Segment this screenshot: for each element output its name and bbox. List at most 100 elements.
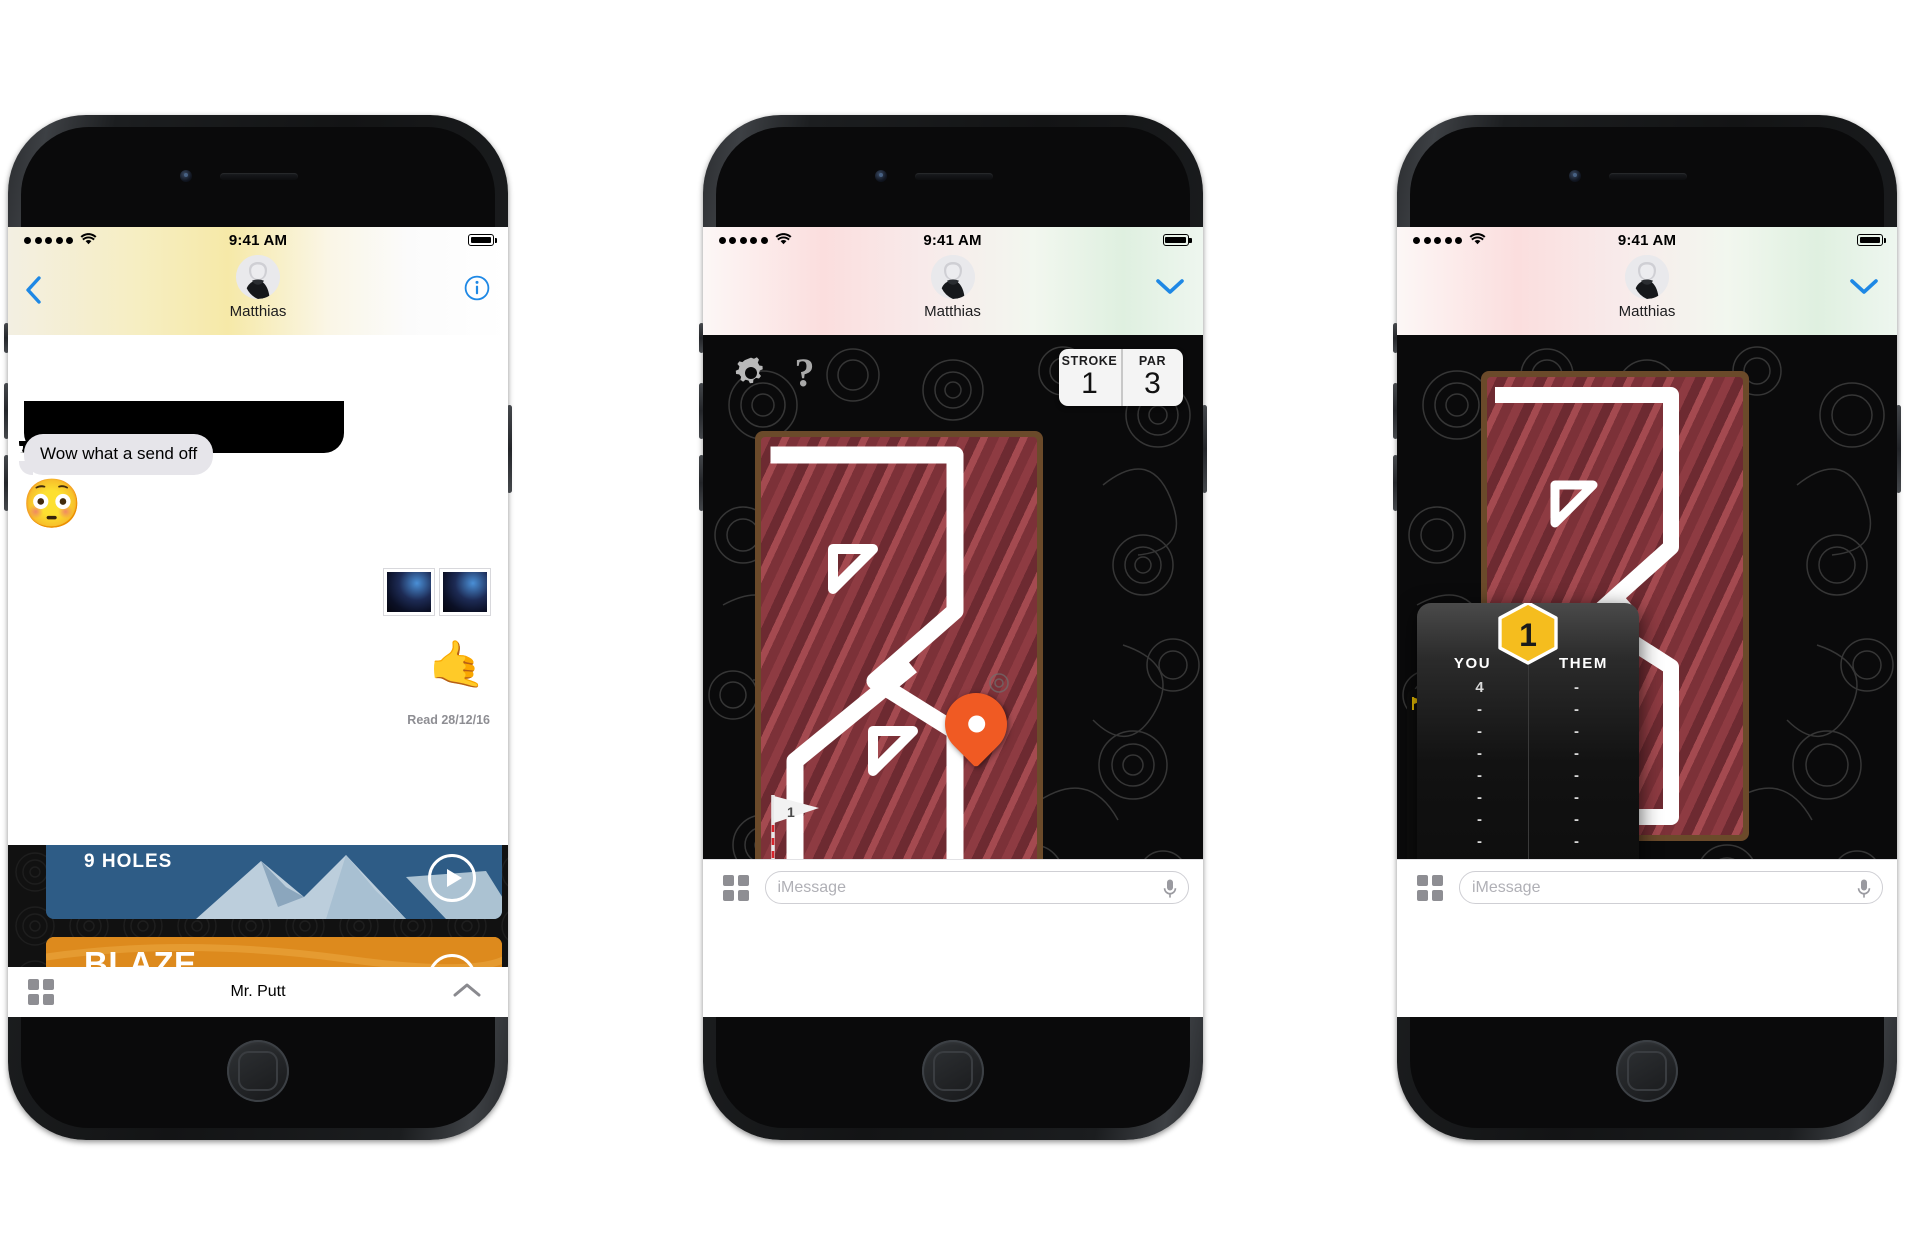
- app-title: Mr. Putt: [230, 983, 286, 1000]
- status-bar: 9:41 AM: [703, 227, 1203, 253]
- front-camera-icon: [874, 170, 887, 182]
- app-grid-icon[interactable]: [1417, 874, 1443, 901]
- avatar[interactable]: [930, 255, 975, 299]
- score-row: --: [1431, 808, 1625, 830]
- app-drawer[interactable]: 9 HOLES BLAZE 9 HOLES: [8, 845, 508, 1017]
- front-camera-icon: [180, 170, 192, 182]
- svg-text:1: 1: [1519, 617, 1537, 653]
- message-input-bar: iMessage: [1397, 859, 1897, 915]
- score-them: -: [1574, 788, 1579, 806]
- score-you: -: [1477, 810, 1482, 828]
- battery-full-icon: [1857, 234, 1887, 246]
- golf-course[interactable]: 1: [754, 431, 1043, 901]
- earpiece-speaker: [914, 173, 993, 180]
- stroke-par-hud: STROKE 1 PAR 3: [1058, 349, 1183, 406]
- front-camera-icon: [1569, 170, 1581, 182]
- hexagon-badge-icon: 1: [1494, 603, 1562, 675]
- score-row: --: [1431, 786, 1625, 808]
- incoming-message-bubble: Wow what a send off: [18, 434, 214, 475]
- score-them: -: [1574, 810, 1579, 828]
- score-row: --: [1431, 764, 1625, 786]
- score-you: -: [1477, 766, 1482, 784]
- home-button[interactable]: [921, 1040, 984, 1102]
- navigation-bar: Matthias: [8, 253, 508, 335]
- phone-2-screen: 9:41 AM Matthias ? STROKE 1 PAR 3 1 iMes…: [702, 227, 1203, 1017]
- score-them: -: [1574, 832, 1579, 850]
- par-label: PAR: [1138, 354, 1167, 368]
- contact-name: Matthias: [924, 303, 981, 320]
- phone-1-messages: 9:41 AM Matthias Wow what a send off 😳 🤙…: [4, 115, 512, 1140]
- read-receipt: Read 28/12/16: [407, 713, 490, 727]
- photo-attachments[interactable]: [384, 569, 490, 615]
- score-you: -: [1477, 722, 1482, 740]
- imessage-input[interactable]: iMessage: [764, 871, 1189, 905]
- score-you: -: [1477, 700, 1482, 718]
- question-mark-icon[interactable]: ?: [795, 349, 815, 396]
- game-canvas[interactable]: ? STROKE 1 PAR 3 1 iMessage: [702, 335, 1203, 915]
- incoming-emoji: 😳: [22, 478, 82, 531]
- score-them: -: [1574, 744, 1579, 762]
- app-grid-icon[interactable]: [722, 874, 749, 901]
- course-holes-label: 9 HOLES: [84, 851, 173, 872]
- play-icon[interactable]: [428, 854, 476, 902]
- status-bar: 9:41 AM: [8, 227, 508, 253]
- scorecard-rows: 4- -- -- -- -- -- -- -- --: [1417, 643, 1639, 900]
- sensor-row: [8, 167, 508, 185]
- photo-thumbnail[interactable]: [384, 569, 434, 615]
- score-them: -: [1574, 678, 1579, 696]
- score-them: -: [1574, 766, 1579, 784]
- game-canvas[interactable]: 13 23 32 43 52 62 73 83 93 1: [1397, 335, 1897, 915]
- outgoing-emoji: 🤙: [428, 638, 486, 690]
- score-you: -: [1477, 744, 1482, 762]
- microphone-icon[interactable]: [1162, 878, 1178, 905]
- avatar[interactable]: [1625, 255, 1669, 299]
- imessage-placeholder: iMessage: [777, 878, 846, 896]
- par-value: 3: [1144, 367, 1161, 400]
- score-row: --: [1431, 742, 1625, 764]
- navigation-bar: Matthias: [703, 253, 1203, 335]
- score-you: -: [1477, 832, 1482, 850]
- stroke-label: STROKE: [1061, 354, 1118, 368]
- battery-full-icon: [1162, 234, 1192, 246]
- gear-icon[interactable]: [731, 353, 771, 398]
- phone-3-scorecard: 9:41 AM Matthias 1 YOU THEM 4 - - - - - …: [1393, 115, 1901, 1140]
- score-row: --: [1431, 720, 1625, 742]
- course-card-ice[interactable]: 9 HOLES: [46, 845, 502, 919]
- chevron-down-icon[interactable]: [1155, 275, 1185, 302]
- chevron-up-icon[interactable]: [452, 981, 482, 1004]
- status-time: 9:41 AM: [228, 231, 288, 249]
- score-you: -: [1477, 788, 1482, 806]
- avatar[interactable]: [236, 255, 280, 299]
- score-them: -: [1574, 722, 1579, 740]
- score-you: 4: [1475, 678, 1484, 696]
- microphone-icon[interactable]: [1856, 878, 1872, 905]
- drawer-bottom-bar: Mr. Putt: [8, 967, 508, 1017]
- par-cell: PAR 3: [1120, 349, 1183, 406]
- home-button[interactable]: [227, 1040, 289, 1102]
- phone-2-gameplay: 9:41 AM Matthias ? STROKE 1 PAR 3 1 iMes…: [698, 115, 1207, 1140]
- navigation-bar: Matthias: [1397, 253, 1897, 335]
- home-button[interactable]: [1616, 1040, 1678, 1102]
- status-time: 9:41 AM: [923, 231, 982, 249]
- chevron-down-icon[interactable]: [1849, 275, 1879, 302]
- score-row: 4-: [1431, 676, 1625, 698]
- score-row: --: [1431, 830, 1625, 852]
- sensor-row: [1397, 167, 1897, 185]
- score-row: --: [1431, 698, 1625, 720]
- imessage-input[interactable]: iMessage: [1459, 871, 1883, 904]
- stroke-cell: STROKE 1: [1059, 349, 1121, 406]
- contact-name: Matthias: [1618, 303, 1676, 320]
- screenshot-stage: 9:41 AM Matthias Wow what a send off 😳 🤙…: [0, 0, 1905, 1255]
- back-button[interactable]: [22, 275, 46, 304]
- battery-full-icon: [468, 234, 498, 246]
- phone-3-header: 9:41 AM Matthias: [1397, 227, 1897, 335]
- status-time: 9:41 AM: [1617, 231, 1677, 249]
- stroke-value: 1: [1081, 367, 1098, 400]
- phone-3-screen: 9:41 AM Matthias 1 YOU THEM 4 - - - - - …: [1397, 227, 1897, 1017]
- status-bar: 9:41 AM: [1397, 227, 1897, 253]
- phone-2-header: 9:41 AM Matthias: [702, 227, 1203, 335]
- photo-thumbnail[interactable]: [440, 569, 490, 615]
- svg-text:1: 1: [787, 804, 795, 820]
- imessage-placeholder: iMessage: [1472, 878, 1541, 896]
- info-circle-icon[interactable]: [464, 275, 490, 306]
